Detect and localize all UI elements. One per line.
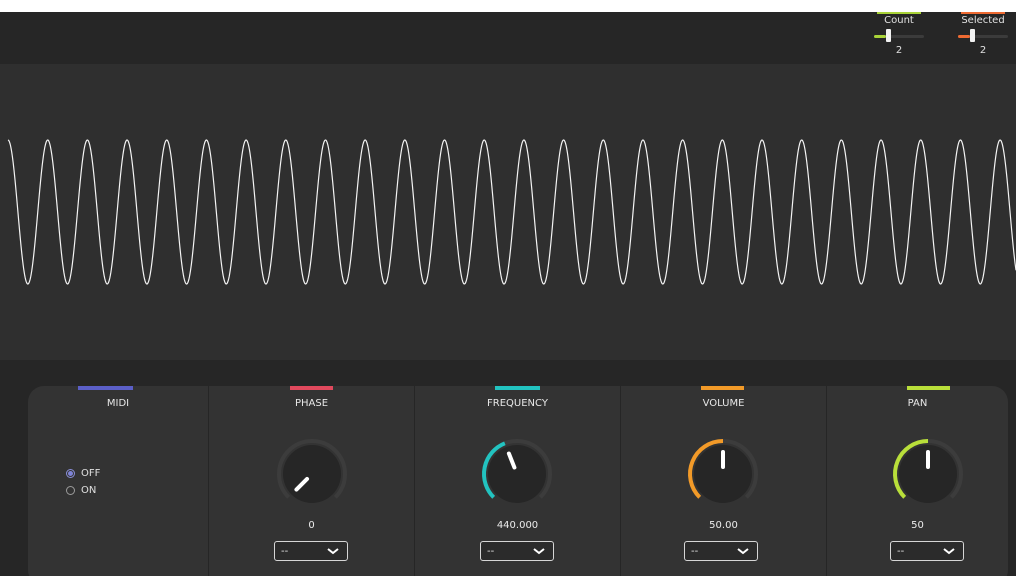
count-slider[interactable]: Count 2 [871, 12, 927, 62]
pan-modulation-select[interactable]: -- [890, 541, 964, 561]
chevron-down-icon [327, 548, 339, 555]
volume-accent [701, 386, 744, 390]
count-fill [874, 35, 886, 38]
frequency-section: FREQUENCY 440.000 -- [415, 386, 620, 576]
midi-accent [78, 386, 133, 390]
count-thumb[interactable] [886, 29, 891, 42]
midi-option-off[interactable]: OFF [66, 468, 100, 479]
radio-button-icon[interactable] [66, 486, 75, 495]
volume-section: VOLUME 50.00 -- [621, 386, 826, 576]
frequency-value: 440.000 [496, 520, 539, 531]
pan-section: PAN 50 -- [827, 386, 1008, 576]
selected-thumb[interactable] [970, 29, 975, 42]
midi-section: MIDI OFF ON [28, 386, 208, 576]
selected-value: 2 [979, 45, 987, 56]
midi-option-label: ON [81, 485, 97, 496]
chevron-down-icon [943, 548, 955, 555]
controls-panel: MIDI OFF ON PHASE 0 -- FREQUENCY 440.000… [28, 386, 1008, 576]
app-window: Count 2 Selected 2 MIDI OFF ON PHASE 0 -… [0, 12, 1016, 576]
frequency-modulation-select[interactable]: -- [480, 541, 554, 561]
selected-label: Selected [961, 15, 1005, 26]
waveform-line [7, 139, 1016, 285]
midi-option-on[interactable]: ON [66, 485, 96, 496]
phase-title: PHASE [294, 398, 329, 409]
knob-face [283, 445, 341, 503]
count-label: Count [884, 15, 914, 26]
phase-accent [290, 386, 333, 390]
midi-title: MIDI [106, 398, 130, 409]
waveform-panel [0, 64, 1016, 360]
select-value: -- [691, 546, 699, 557]
selected-slider[interactable]: Selected 2 [955, 12, 1011, 62]
pan-accent [907, 386, 950, 390]
select-value: -- [487, 546, 495, 557]
pan-knob[interactable] [888, 434, 968, 514]
count-value: 2 [895, 45, 903, 56]
selected-accent [961, 12, 1005, 14]
volume-title: VOLUME [702, 398, 745, 409]
count-accent [877, 12, 921, 14]
phase-modulation-select[interactable]: -- [274, 541, 348, 561]
select-value: -- [281, 546, 289, 557]
chevron-down-icon [737, 548, 749, 555]
top-bar: Count 2 Selected 2 [0, 12, 1016, 64]
midi-option-label: OFF [81, 468, 101, 479]
chevron-down-icon [533, 548, 545, 555]
phase-section: PHASE 0 -- [209, 386, 414, 576]
knob-face [488, 445, 546, 503]
frequency-accent [495, 386, 540, 390]
radio-button-icon[interactable] [66, 469, 75, 478]
pan-title: PAN [907, 398, 928, 409]
pan-value: 50 [911, 520, 924, 531]
volume-knob[interactable] [683, 434, 763, 514]
frequency-title: FREQUENCY [487, 398, 548, 409]
phase-knob[interactable] [272, 434, 352, 514]
volume-modulation-select[interactable]: -- [684, 541, 758, 561]
phase-value: 0 [308, 520, 315, 531]
bottom-panel: MIDI OFF ON PHASE 0 -- FREQUENCY 440.000… [0, 360, 1016, 576]
waveform-svg [7, 139, 1016, 285]
select-value: -- [897, 546, 905, 557]
volume-value: 50.00 [709, 520, 738, 531]
frequency-knob[interactable] [477, 434, 557, 514]
selected-fill [958, 35, 970, 38]
